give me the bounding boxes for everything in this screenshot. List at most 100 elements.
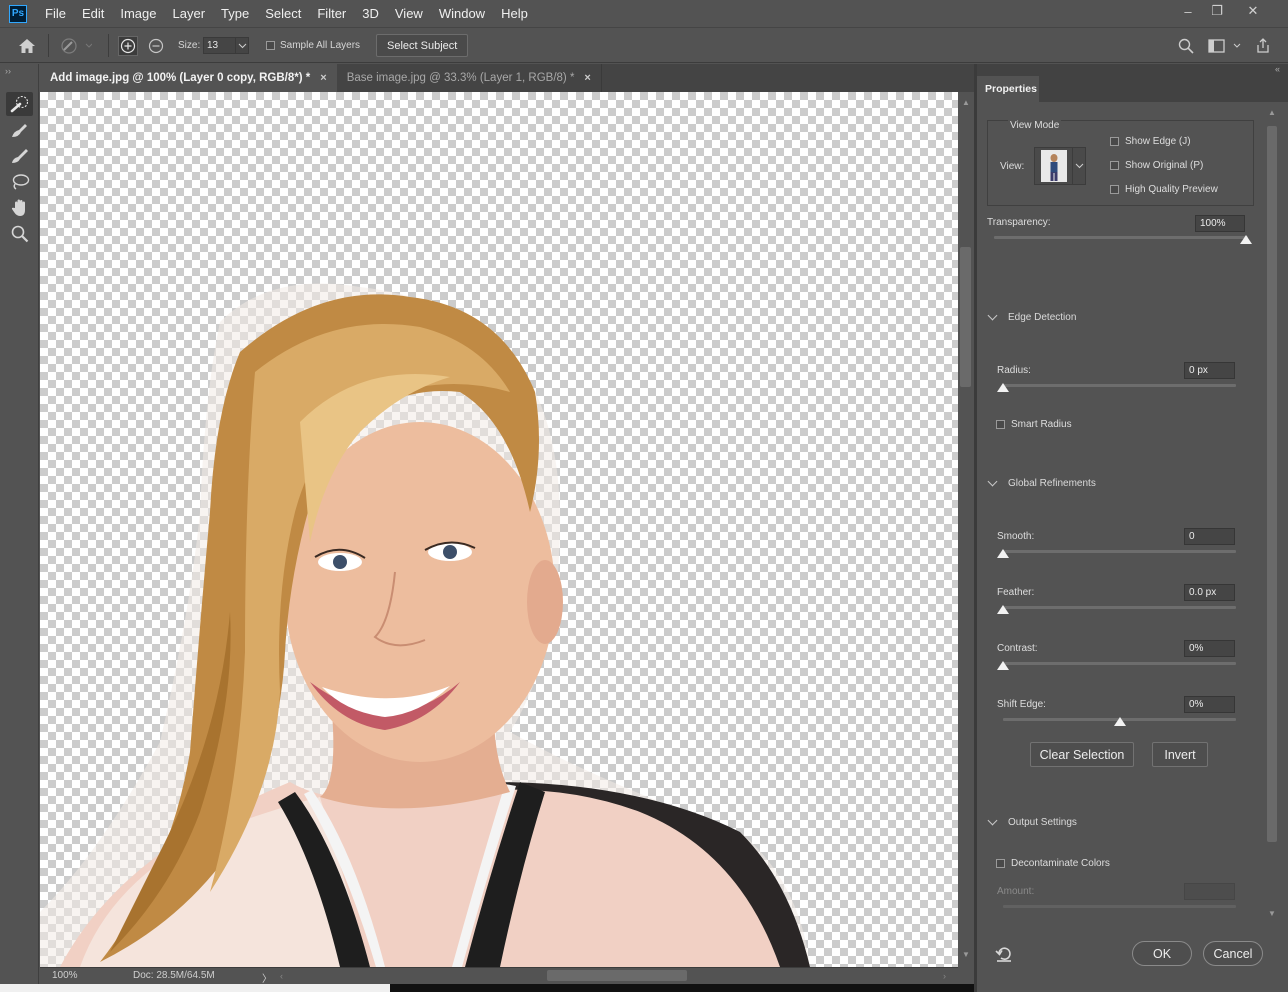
collapse-toolbar-icon[interactable]: ›› bbox=[5, 66, 11, 76]
refine-edge-brush-icon[interactable] bbox=[6, 118, 33, 142]
brush-tool-icon[interactable] bbox=[6, 144, 33, 168]
scroll-up-icon[interactable]: ▲ bbox=[962, 98, 970, 107]
photoshop-logo[interactable]: Ps bbox=[9, 4, 27, 23]
menu-select[interactable]: Select bbox=[257, 0, 309, 27]
share-icon[interactable] bbox=[1255, 28, 1271, 63]
search-icon[interactable] bbox=[1178, 28, 1194, 63]
feather-slider-track[interactable] bbox=[1003, 606, 1236, 609]
close-window-button[interactable]: ✕ bbox=[1238, 0, 1268, 22]
shift-edge-slider-thumb[interactable] bbox=[1114, 717, 1126, 726]
radius-slider-track[interactable] bbox=[1003, 384, 1236, 387]
menu-filter[interactable]: Filter bbox=[309, 0, 354, 27]
document-tabs: Add image.jpg @ 100% (Layer 0 copy, RGB/… bbox=[40, 64, 974, 92]
menu-view[interactable]: View bbox=[387, 0, 431, 27]
collapse-panel-icon[interactable]: « bbox=[1275, 64, 1280, 74]
tab-base-image[interactable]: Base image.jpg @ 33.3% (Layer 1, RGB/8) … bbox=[336, 64, 602, 92]
transparency-input[interactable]: 100% bbox=[1195, 215, 1245, 232]
cancel-button[interactable]: Cancel bbox=[1203, 941, 1263, 966]
panel-scroll-thumb[interactable] bbox=[1267, 126, 1277, 842]
shift-edge-input[interactable]: 0% bbox=[1184, 696, 1235, 713]
show-edge-checkbox[interactable] bbox=[1110, 137, 1119, 146]
show-original-checkbox[interactable] bbox=[1110, 161, 1119, 170]
quick-selection-tool-icon[interactable] bbox=[6, 92, 33, 116]
contrast-slider-thumb[interactable] bbox=[997, 661, 1009, 670]
edge-detection-header[interactable]: Edge Detection bbox=[987, 310, 1077, 323]
decontaminate-colors-checkbox[interactable] bbox=[996, 859, 1005, 868]
smart-radius-checkbox[interactable] bbox=[996, 420, 1005, 429]
clear-selection-button[interactable]: Clear Selection bbox=[1030, 742, 1134, 767]
menu-window[interactable]: Window bbox=[431, 0, 493, 27]
tab-label: Base image.jpg @ 33.3% (Layer 1, RGB/8) … bbox=[346, 72, 575, 84]
panel-scrollbar[interactable]: ▲ ▼ bbox=[1265, 104, 1281, 924]
lasso-tool-icon[interactable] bbox=[6, 170, 33, 194]
transparency-slider-thumb[interactable] bbox=[1240, 235, 1252, 244]
vertical-scroll-thumb[interactable] bbox=[960, 247, 971, 387]
reset-icon[interactable] bbox=[995, 945, 1013, 966]
restore-button[interactable]: ❐ bbox=[1202, 0, 1232, 22]
smart-radius-option[interactable]: Smart Radius bbox=[996, 419, 1072, 430]
high-quality-preview-checkbox[interactable] bbox=[1110, 185, 1119, 194]
size-dropdown-chevron-icon[interactable] bbox=[235, 38, 248, 53]
tab-properties[interactable]: Properties bbox=[977, 76, 1039, 102]
sample-all-layers-label: Sample All Layers bbox=[280, 40, 361, 51]
document-canvas[interactable] bbox=[40, 92, 958, 967]
size-label: Size: bbox=[178, 40, 201, 51]
menu-3d[interactable]: 3D bbox=[354, 0, 387, 27]
transparency-slider-track[interactable] bbox=[994, 236, 1248, 239]
smooth-input[interactable]: 0 bbox=[1184, 528, 1235, 545]
show-edge-option[interactable]: Show Edge (J) bbox=[1110, 136, 1191, 147]
radius-input[interactable]: 0 px bbox=[1184, 362, 1235, 379]
scroll-down-icon[interactable]: ▼ bbox=[1268, 909, 1276, 918]
tab-label: Add image.jpg @ 100% (Layer 0 copy, RGB/… bbox=[50, 72, 311, 84]
subtract-from-selection-icon[interactable] bbox=[146, 28, 166, 63]
contrast-slider-track[interactable] bbox=[1003, 662, 1236, 665]
menu-help[interactable]: Help bbox=[493, 0, 536, 27]
zoom-level[interactable]: 100% bbox=[52, 970, 78, 981]
menu-edit[interactable]: Edit bbox=[74, 0, 112, 27]
edge-detection-title: Edge Detection bbox=[1008, 312, 1077, 323]
smooth-slider-thumb[interactable] bbox=[997, 549, 1009, 558]
canvas-vertical-scrollbar[interactable]: ▲ ▼ bbox=[958, 92, 974, 967]
feather-slider-thumb[interactable] bbox=[997, 605, 1009, 614]
menu-file[interactable]: File bbox=[37, 0, 74, 27]
menu-layer[interactable]: Layer bbox=[165, 0, 214, 27]
decontaminate-colors-option[interactable]: Decontaminate Colors bbox=[996, 858, 1110, 869]
minimize-button[interactable]: – bbox=[1173, 0, 1203, 22]
hand-tool-icon[interactable] bbox=[6, 196, 33, 220]
view-mode-dropdown[interactable] bbox=[1034, 147, 1086, 185]
zoom-tool-icon[interactable] bbox=[6, 222, 33, 246]
close-tab-icon[interactable]: × bbox=[320, 72, 326, 84]
smooth-slider-track[interactable] bbox=[1003, 550, 1236, 553]
amount-input bbox=[1184, 883, 1235, 900]
menu-image[interactable]: Image bbox=[112, 0, 164, 27]
add-to-selection-icon[interactable] bbox=[118, 28, 138, 63]
workspace-icon[interactable] bbox=[1208, 28, 1244, 63]
scroll-down-icon[interactable]: ▼ bbox=[962, 950, 970, 959]
chevron-down-icon[interactable] bbox=[1075, 161, 1084, 173]
options-bar: Size: 13 Sample All Layers Select Subjec… bbox=[0, 27, 1288, 63]
global-refinements-title: Global Refinements bbox=[1008, 478, 1096, 489]
status-menu-arrow-icon[interactable]: 〉 bbox=[262, 970, 272, 985]
global-refinements-header[interactable]: Global Refinements bbox=[987, 476, 1096, 489]
size-input[interactable]: 13 bbox=[203, 37, 249, 54]
scroll-right-icon[interactable]: › bbox=[943, 971, 946, 981]
feather-input[interactable]: 0.0 px bbox=[1184, 584, 1235, 601]
output-settings-header[interactable]: Output Settings bbox=[987, 815, 1077, 828]
contrast-input[interactable]: 0% bbox=[1184, 640, 1235, 657]
close-tab-icon[interactable]: × bbox=[584, 72, 590, 84]
high-quality-preview-option[interactable]: High Quality Preview bbox=[1110, 184, 1218, 195]
radius-slider-thumb[interactable] bbox=[997, 383, 1009, 392]
home-icon[interactable] bbox=[18, 28, 36, 63]
scroll-left-icon[interactable]: ‹ bbox=[280, 971, 283, 981]
brush-preset-icon[interactable] bbox=[58, 28, 92, 63]
sample-all-layers-checkbox[interactable] bbox=[266, 41, 275, 50]
horizontal-scroll-thumb[interactable] bbox=[547, 970, 687, 981]
invert-button[interactable]: Invert bbox=[1152, 742, 1208, 767]
menu-type[interactable]: Type bbox=[213, 0, 257, 27]
show-original-option[interactable]: Show Original (P) bbox=[1110, 160, 1203, 171]
tab-add-image[interactable]: Add image.jpg @ 100% (Layer 0 copy, RGB/… bbox=[40, 64, 337, 92]
ok-button[interactable]: OK bbox=[1132, 941, 1192, 966]
select-subject-button[interactable]: Select Subject bbox=[376, 34, 469, 57]
high-quality-preview-label: High Quality Preview bbox=[1125, 184, 1218, 195]
scroll-up-icon[interactable]: ▲ bbox=[1268, 108, 1276, 117]
